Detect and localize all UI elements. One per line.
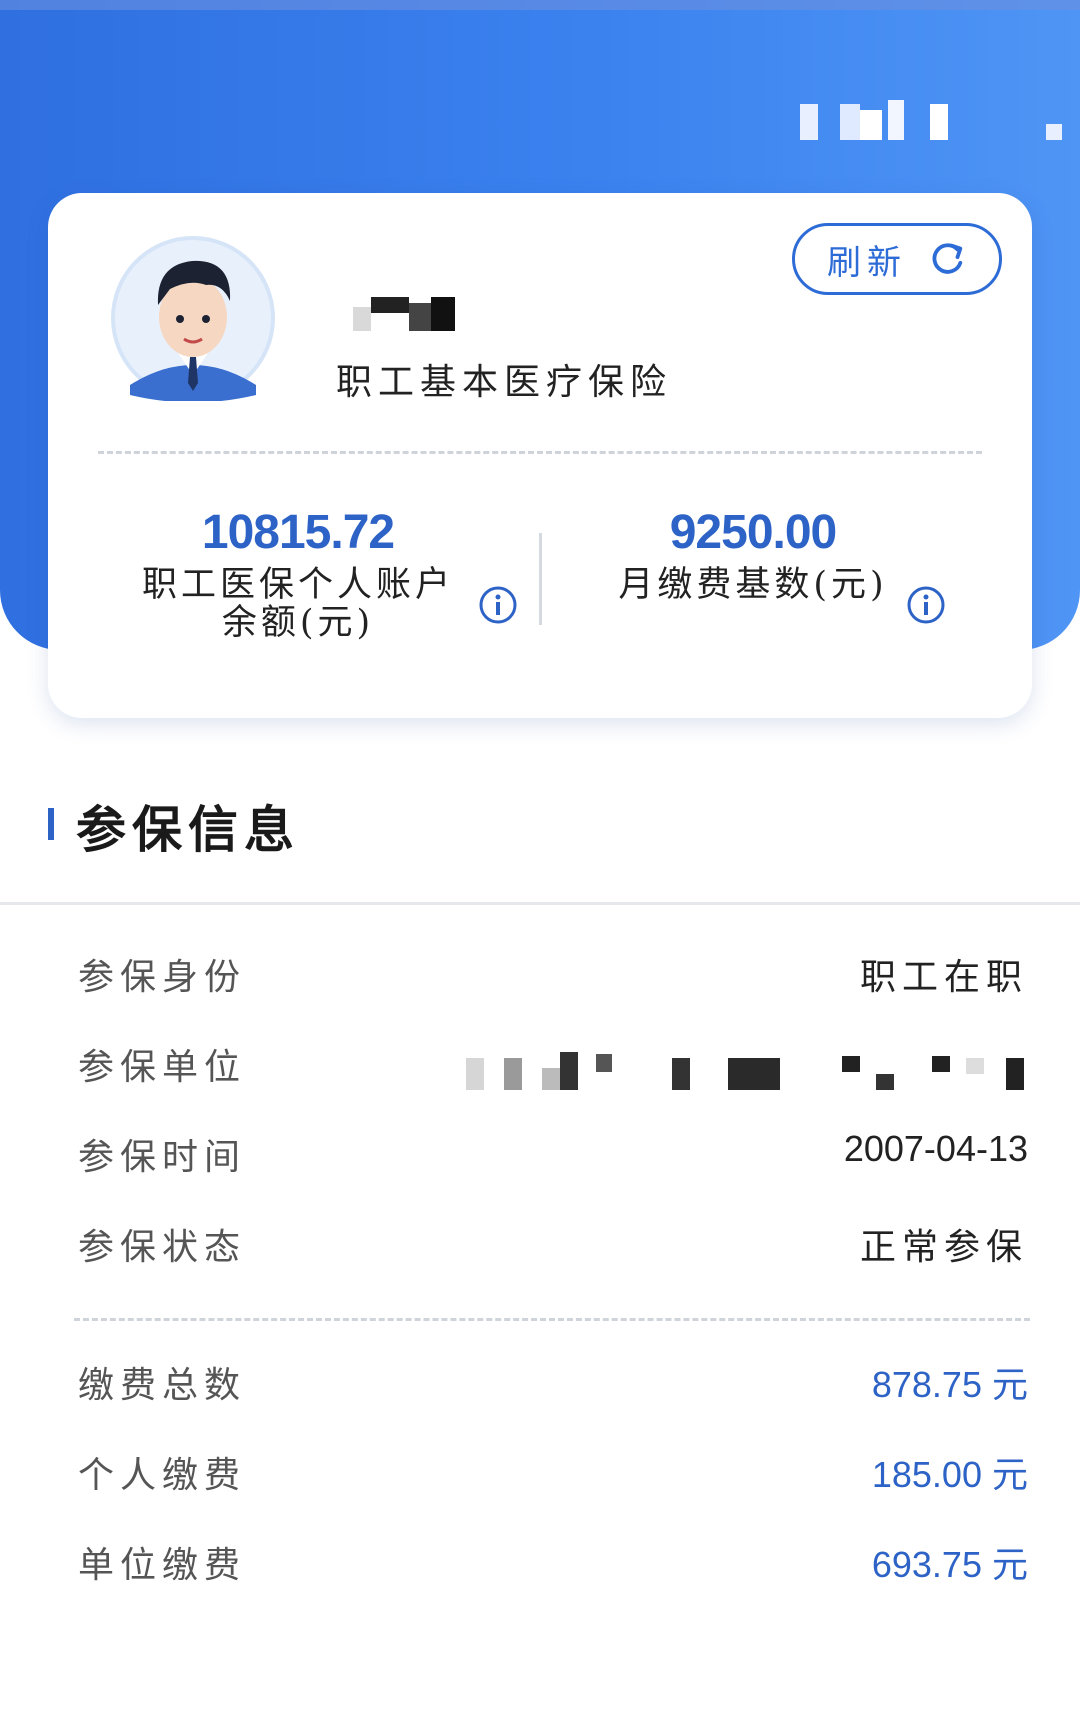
balance-stat: 10815.72 职工医保个人账户余额(元) [118, 505, 478, 642]
unit-value-masked [460, 1052, 1032, 1092]
unit-label: 参保单位 [78, 1047, 247, 1088]
section-title-text: 参保信息 [76, 800, 300, 859]
base-stat: 9250.00 月缴费基数(元) [588, 505, 918, 604]
time-label: 参保时间 [78, 1137, 247, 1178]
status-strip [0, 0, 1080, 10]
base-value: 9250.00 [669, 506, 838, 559]
account-card: 职工基本医疗保险 刷新 10815.72 职工医保个人账户余额(元) 9250.… [48, 193, 1032, 718]
total-value: 878.75 [871, 1364, 982, 1405]
balance-info-icon[interactable] [478, 585, 518, 625]
status-label: 参保状态 [78, 1227, 247, 1268]
refresh-icon [932, 243, 963, 274]
personal-unit: 元 [991, 1455, 1028, 1496]
title-accent-bar [48, 808, 54, 840]
employer-value: 693.75 [871, 1544, 982, 1585]
payment-divider [74, 1318, 1030, 1321]
avatar [111, 236, 275, 401]
total-unit: 元 [991, 1365, 1028, 1406]
balance-label: 职工医保个人账户余额(元) [141, 565, 454, 643]
identity-label: 参保身份 [78, 957, 247, 998]
personal-value-wrap: 185.00 元 [872, 1446, 1028, 1498]
insurance-type: 职工基本医疗保险 [336, 362, 673, 403]
user-name-masked [353, 293, 463, 333]
total-label: 缴费总数 [78, 1365, 247, 1406]
employer-unit: 元 [991, 1545, 1028, 1586]
card-divider [98, 451, 982, 454]
info-row-time: 参保时间 2007-04-13 [78, 1128, 1028, 1180]
payment-row-personal: 个人缴费 185.00 元 [78, 1446, 1028, 1498]
status-value: 正常参保 [859, 1227, 1028, 1268]
personal-value: 185.00 [871, 1454, 982, 1495]
balance-value: 10815.72 [201, 506, 395, 559]
personal-label: 个人缴费 [78, 1455, 247, 1496]
payment-row-employer: 单位缴费 693.75 元 [78, 1536, 1028, 1588]
refresh-label: 刷新 [827, 242, 907, 283]
base-label: 月缴费基数(元) [618, 565, 888, 605]
section-divider [0, 902, 1080, 905]
employer-value-wrap: 693.75 元 [872, 1536, 1028, 1588]
info-row-status: 参保状态 正常参保 [78, 1218, 1028, 1270]
base-info-icon[interactable] [906, 585, 946, 625]
employer-label: 单位缴费 [78, 1545, 247, 1586]
header-title-masked [800, 100, 1062, 146]
stat-separator [539, 533, 542, 625]
time-value: 2007-04-13 [843, 1128, 1028, 1169]
total-value-wrap: 878.75 元 [872, 1356, 1028, 1408]
refresh-button[interactable]: 刷新 [792, 223, 1002, 295]
payment-row-total: 缴费总数 878.75 元 [78, 1356, 1028, 1408]
identity-value: 职工在职 [859, 957, 1028, 998]
info-row-identity: 参保身份 职工在职 [78, 948, 1028, 1000]
